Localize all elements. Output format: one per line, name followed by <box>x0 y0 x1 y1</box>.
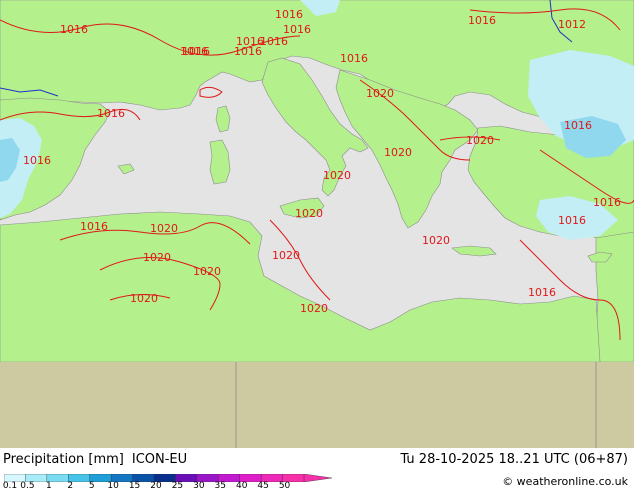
isobar-label: 1020 <box>300 302 328 315</box>
isobar-label: 1020 <box>295 207 323 220</box>
isobar-label: 1020 <box>466 134 494 147</box>
land-levant <box>595 231 634 363</box>
isobar-label: 1016 <box>180 45 208 58</box>
isobar-label: 1016 <box>60 23 88 36</box>
isobar-label: 1016 <box>275 8 303 21</box>
credit-link[interactable]: © weatheronline.co.uk <box>502 475 628 488</box>
isobar-label: 1016 <box>468 14 496 27</box>
isobar-label: 1016 <box>260 35 288 48</box>
isobar-label: 1016 <box>528 286 556 299</box>
title-model: ICON-EU <box>131 452 188 467</box>
map-title: Precipitation [mm] ICON-EU <box>3 452 187 467</box>
isobar-label: 1012 <box>558 18 586 31</box>
outside-domain-area <box>0 362 634 448</box>
isobar-label: 1020 <box>150 222 178 235</box>
isobar-label: 1020 <box>143 251 171 264</box>
legend-labels: 0.1 0.5 1 2 5 10 15 20 25 30 35 40 45 50 <box>0 482 340 492</box>
isobar-label: 1016 <box>23 154 51 167</box>
isobar-label: 1016 <box>97 107 125 120</box>
isobar-label: 1020 <box>422 234 450 247</box>
isobar-label: 1016 <box>236 35 264 48</box>
isobar-label: 1020 <box>272 249 300 262</box>
title-label: Precipitation [mm] <box>3 452 124 467</box>
precipitation-map: 1016 1016 1016 1016 1016 1016 1016 1016 … <box>0 0 634 448</box>
isobar-label: 1020 <box>323 169 351 182</box>
isobar-label: 1016 <box>80 220 108 233</box>
isobar-label: 1016 <box>340 52 368 65</box>
isobar-label: 1020 <box>384 146 412 159</box>
legend-overflow-arrow <box>303 474 333 482</box>
isobar-label: 1016 <box>564 119 592 132</box>
isobar-label: 1020 <box>130 292 158 305</box>
isobar-label: 1020 <box>193 265 221 278</box>
isobar-label: 1020 <box>366 87 394 100</box>
valid-time: Tu 28-10-2025 18..21 UTC (06+87) <box>400 452 628 467</box>
isobar-label: 1016 <box>593 196 621 209</box>
map-footer: Precipitation [mm] ICON-EU Tu 28-10-2025 … <box>0 448 634 492</box>
isobar-label: 1016 <box>558 214 586 227</box>
